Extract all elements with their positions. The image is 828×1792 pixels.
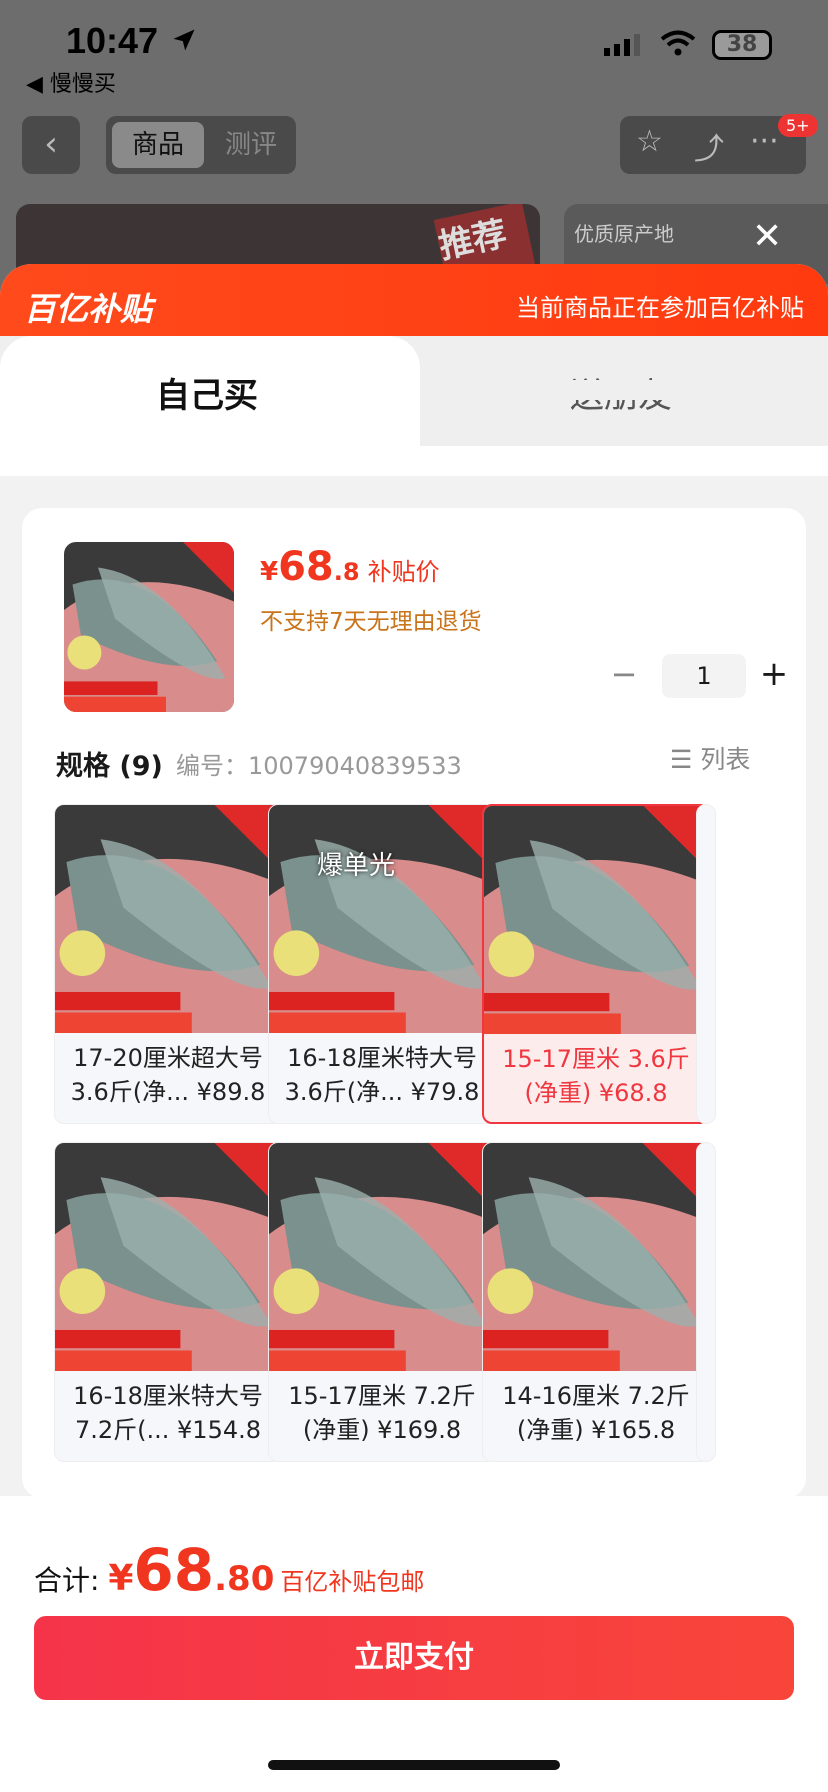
location-arrow-icon — [173, 29, 195, 51]
spec-option-image: 爆单光 — [269, 805, 495, 1033]
purchase-sheet: 百亿补贴 当前商品正在参加百亿补贴 自己买 送朋友 ¥68.8补贴价 — [0, 264, 828, 1792]
tab-content-top — [0, 446, 828, 476]
price-decimal: .8 — [333, 558, 360, 586]
favorite-icon[interactable]: ☆ — [636, 124, 663, 159]
shrimp-image — [55, 805, 281, 1033]
spec-title: 规格 (9) — [56, 751, 163, 782]
spec-option-label: 16-18厘米特大号 3.6斤(净... ¥79.8 — [284, 1044, 480, 1106]
message-badge: 5+ — [778, 114, 818, 137]
price-currency: ¥ — [260, 557, 279, 587]
spec-option-image — [269, 1143, 495, 1371]
total-currency: ¥ — [108, 1558, 134, 1599]
list-icon: ☰ — [670, 745, 701, 774]
spec-option[interactable]: 爆单光 16-18厘米特大号 3.6斤(净... ¥79.8 — [268, 804, 496, 1124]
top-navigation: ‹ 商品 测评 ☆ ⤴ ··· 5+ — [0, 114, 828, 178]
spec-option-image — [55, 805, 281, 1033]
shrimp-image — [484, 806, 708, 1034]
banner-origin-text: 优质原产地 — [574, 222, 674, 246]
spec-grid: 17-20厘米超大号 3.6斤(净... ¥89.8 爆单光 16-18厘米特大号… — [54, 804, 806, 1484]
back-button[interactable]: ‹ — [22, 116, 80, 174]
subsidy-note: 当前商品正在参加百亿补贴 — [516, 294, 804, 322]
close-icon[interactable]: ✕ — [752, 216, 782, 257]
tab-buy-self-label: 自己买 — [156, 376, 258, 416]
spec-option-peek[interactable] — [696, 1142, 716, 1462]
spec-option-label: 15-17厘米 3.6斤 (净重) ¥68.8 — [502, 1045, 690, 1107]
free-shipping-note: 百亿补贴包邮 — [280, 1568, 425, 1596]
background-page: 10:47 ◀ 慢慢买 38 ‹ 商品 测评 ☆ ⤴ ··· 5+ 推荐 优质原… — [0, 0, 828, 300]
cellular-signal-icon — [604, 34, 640, 56]
spec-option-label: 14-16厘米 7.2斤 (净重) ¥165.8 — [502, 1382, 690, 1444]
list-toggle-label: 列表 — [700, 745, 751, 774]
tab-curve — [420, 380, 828, 400]
quantity-input[interactable]: 1 — [662, 654, 746, 698]
no-return-notice: 不支持7天无理由退货 — [260, 609, 482, 635]
list-view-toggle[interactable]: ☰ 列表 — [670, 740, 750, 776]
spec-option-image — [55, 1143, 281, 1371]
price-label: 补贴价 — [367, 558, 440, 586]
sold-out-flash: 爆单光 — [317, 851, 396, 881]
quantity-plus-button[interactable]: + — [752, 654, 796, 698]
subsidy-price: ¥68.8 补贴价 — [260, 544, 440, 590]
quantity-stepper: − 1 + — [602, 654, 788, 698]
pay-now-button[interactable]: 立即支付 — [34, 1616, 794, 1700]
spec-option-peek[interactable] — [696, 804, 716, 1124]
spec-option-selected[interactable]: 15-17厘米 3.6斤 (净重) ¥68.8 — [482, 804, 710, 1124]
home-indicator[interactable] — [268, 1760, 560, 1770]
spec-option-label: 15-17厘米 7.2斤 (净重) ¥169.8 — [288, 1382, 476, 1444]
product-card: ¥68.8 补贴价 不支持7天无理由退货 − 1 + 规格 (9) 编号：1007… — [22, 508, 806, 1498]
status-bar: 10:47 ◀ 慢慢买 38 — [0, 18, 828, 97]
checkout-footer: 合计: ¥68.80 百亿补贴包邮 立即支付 — [0, 1496, 828, 1792]
wifi-icon — [660, 30, 696, 56]
total-label: 合计: — [34, 1564, 109, 1597]
total-integer: 68 — [133, 1536, 215, 1604]
quantity-minus-button[interactable]: − — [602, 654, 646, 698]
product-thumbnail — [64, 542, 234, 712]
price-integer: 68 — [278, 544, 334, 590]
segment-review[interactable]: 测评 — [216, 122, 286, 168]
spec-option-image — [483, 1143, 709, 1371]
shrimp-image — [483, 1143, 709, 1371]
spec-option[interactable]: 16-18厘米特大号 7.2斤(... ¥154.8 — [54, 1142, 282, 1462]
spec-option-label: 16-18厘米特大号 7.2斤(... ¥154.8 — [73, 1382, 263, 1444]
shrimp-image — [269, 805, 495, 1033]
spec-option[interactable]: 14-16厘米 7.2斤 (净重) ¥165.8 — [482, 1142, 710, 1462]
back-to-app-link[interactable]: ◀ 慢慢买 — [26, 66, 116, 98]
battery-icon: 38 — [712, 30, 772, 60]
more-icon[interactable]: ··· — [750, 124, 779, 159]
shrimp-image — [55, 1143, 281, 1371]
segment-control: 商品 测评 — [106, 116, 296, 174]
shrimp-image — [269, 1143, 495, 1371]
spec-option-image — [484, 806, 708, 1034]
spec-option-label: 17-20厘米超大号 3.6斤(净... ¥89.8 — [70, 1044, 266, 1106]
spec-option[interactable]: 17-20厘米超大号 3.6斤(净... ¥89.8 — [54, 804, 282, 1124]
tab-buy-self[interactable]: 自己买 — [0, 336, 420, 446]
spec-id: 编号：10079040839533 — [176, 752, 462, 780]
brand-logo: 百亿补贴 — [24, 290, 153, 328]
total-decimal: .80 — [214, 1559, 275, 1599]
segment-product[interactable]: 商品 — [112, 122, 204, 168]
share-icon[interactable]: ⤴ — [694, 124, 724, 168]
total-price: 合计: ¥68.80 百亿补贴包邮 — [34, 1536, 424, 1604]
spec-option[interactable]: 15-17厘米 7.2斤 (净重) ¥169.8 — [268, 1142, 496, 1462]
status-time: 10:47 — [66, 20, 159, 61]
shrimp-image — [64, 542, 234, 712]
